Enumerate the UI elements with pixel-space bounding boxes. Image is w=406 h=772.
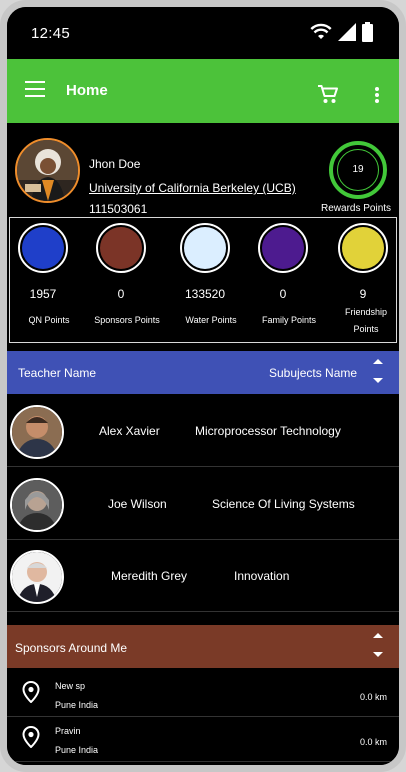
teacher-subject: Microprocessor Technology	[195, 424, 341, 438]
points-label: Sponsors Points	[94, 315, 160, 325]
points-item-family[interactable]: 0 Family Points	[250, 218, 326, 342]
subject-name-header[interactable]: Subujects Name	[269, 366, 357, 380]
sort-up-icon[interactable]	[373, 633, 383, 638]
screen: 12:45 Home Jhon Doe University of Califo…	[7, 7, 399, 765]
sponsors-title: Sponsors Around Me	[15, 641, 128, 655]
teacher-subject: Science Of Living Systems	[212, 497, 355, 511]
qn-points-dot	[18, 223, 68, 273]
teacher-row[interactable]: Meredith Grey Innovation	[7, 540, 399, 612]
teacher-avatar	[10, 550, 64, 604]
teacher-name: Alex Xavier	[99, 424, 160, 438]
signal-icon	[338, 23, 356, 41]
sort-up-icon[interactable]	[373, 359, 383, 364]
teacher-name: Joe Wilson	[108, 497, 167, 511]
sponsor-location: Pune India	[55, 700, 99, 710]
user-id: 111503061	[89, 202, 148, 216]
rewards-label: Rewards Points	[321, 203, 392, 214]
location-pin-icon	[22, 681, 40, 703]
sponsor-row[interactable]: Pravin Pune India 0.0 km	[7, 718, 399, 762]
friendship-points-dot	[338, 223, 388, 273]
points-item-qn[interactable]: 1957 QN Points	[10, 218, 86, 342]
family-points-dot	[258, 223, 308, 273]
sort-down-icon[interactable]	[373, 652, 383, 657]
university-link[interactable]: University of California Berkeley (UCB)	[89, 181, 296, 195]
points-value: 9	[359, 287, 367, 301]
sponsor-distance: 0.0 km	[359, 692, 387, 702]
points-item-friendship[interactable]: 9 Friendship Points	[330, 218, 399, 342]
page-title: Home	[66, 82, 108, 99]
points-label: Family Points	[261, 315, 316, 325]
sponsor-name: Pravin	[55, 726, 81, 736]
points-label: Friendship Points	[344, 307, 388, 334]
battery-icon	[362, 22, 373, 42]
teacher-subject: Innovation	[234, 569, 290, 583]
wifi-icon	[310, 23, 332, 39]
app-bar: Home	[7, 59, 399, 123]
points-value: 133520	[184, 287, 226, 301]
teacher-avatar	[10, 478, 64, 532]
more-vert-icon[interactable]	[375, 87, 379, 105]
sponsor-distance: 0.0 km	[359, 737, 387, 747]
status-time: 12:45	[31, 25, 71, 42]
sponsor-location: Pune India	[55, 745, 99, 755]
teacher-name: Meredith Grey	[111, 569, 188, 583]
cart-icon[interactable]	[317, 84, 339, 104]
teacher-name-header[interactable]: Teacher Name	[18, 366, 96, 380]
teacher-table-header: Teacher Name Subujects Name	[7, 351, 399, 394]
status-bar: 12:45	[7, 7, 399, 59]
rewards-value: 19	[337, 149, 379, 191]
teacher-avatar	[10, 405, 64, 459]
user-name: Jhon Doe	[89, 157, 141, 171]
profile-avatar[interactable]	[15, 138, 80, 203]
sponsors-points-dot	[96, 223, 146, 273]
sponsor-row[interactable]: New sp Pune India 0.0 km	[7, 673, 399, 717]
sponsor-name: New sp	[55, 681, 86, 691]
points-value: 0	[117, 287, 125, 301]
points-value: 1957	[29, 287, 57, 301]
sponsors-header: Sponsors Around Me	[7, 625, 399, 668]
sponsors-sort-arrows[interactable]	[373, 633, 385, 657]
menu-icon[interactable]	[25, 81, 45, 97]
rewards-badge[interactable]: 19	[329, 141, 387, 199]
phone-frame: 12:45 Home Jhon Doe University of Califo…	[0, 0, 406, 772]
points-label: QN Points	[28, 315, 70, 325]
water-points-dot	[180, 223, 230, 273]
points-item-sponsors[interactable]: 0 Sponsors Points	[88, 218, 164, 342]
location-pin-icon	[22, 726, 40, 748]
sort-down-icon[interactable]	[373, 378, 383, 383]
points-panel: 1957 QN Points 0 Sponsors Points 133520 …	[9, 217, 397, 343]
teacher-sort-arrows[interactable]	[373, 359, 385, 383]
points-label: Water Points	[185, 315, 237, 325]
points-value: 0	[279, 287, 287, 301]
points-item-water[interactable]: 133520 Water Points	[172, 218, 248, 342]
system-icons	[310, 22, 373, 42]
profile-card: Jhon Doe University of California Berkel…	[7, 123, 399, 219]
teacher-row[interactable]: Joe Wilson Science Of Living Systems	[7, 468, 399, 540]
teacher-row[interactable]: Alex Xavier Microprocessor Technology	[7, 395, 399, 467]
